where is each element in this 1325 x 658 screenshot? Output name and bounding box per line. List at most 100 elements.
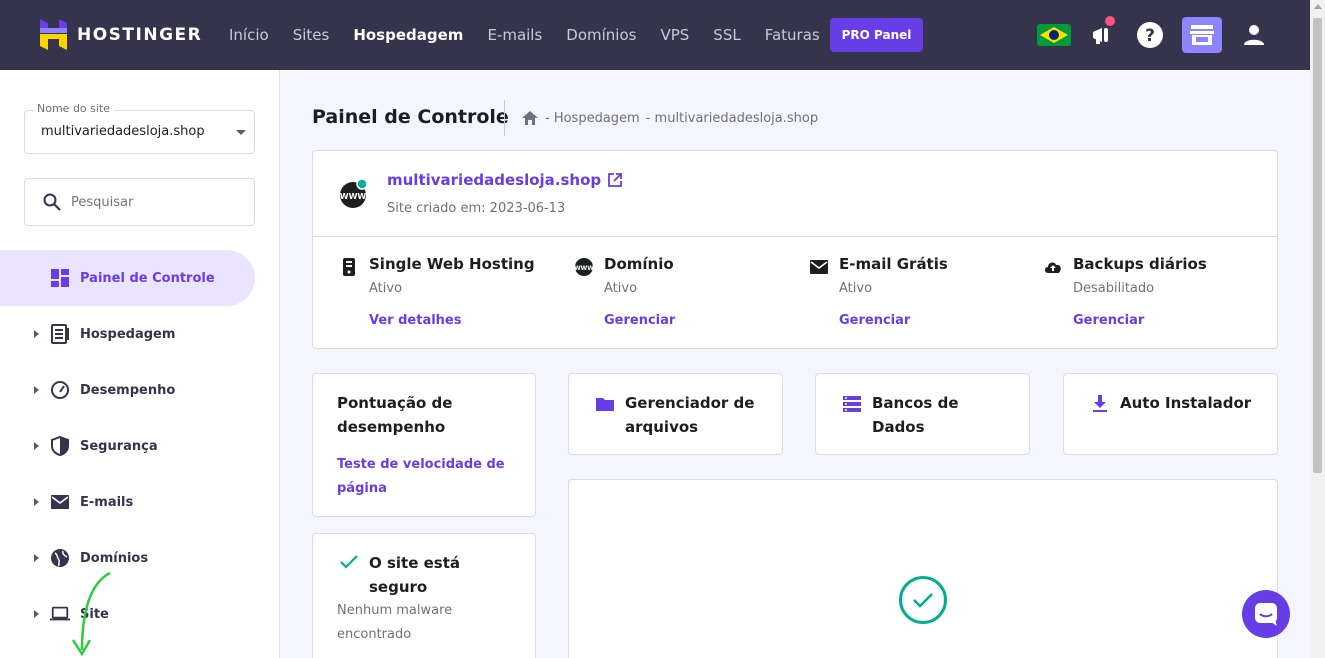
megaphone-icon[interactable] [1085, 16, 1119, 52]
feature-title: E-mail Grátis [839, 255, 948, 273]
site-created-date: Site criado em: 2023-06-13 [387, 201, 566, 216]
feature-hosting-plan: Single Web Hosting Ativo Ver detalhes [339, 255, 559, 335]
server-icon [343, 258, 355, 276]
store-icon[interactable] [1182, 17, 1222, 53]
feature-title: Single Web Hosting [369, 255, 535, 273]
notification-dot [1105, 16, 1115, 26]
feature-status: Ativo [839, 281, 873, 296]
tool-label: Gerenciador de arquivos [625, 394, 755, 436]
nav-link-emails[interactable]: E-mails [487, 26, 542, 44]
folder-icon [596, 398, 614, 411]
sidebar-item-label: Hospedagem [80, 326, 176, 342]
svg-text:WWW: WWW [340, 192, 367, 201]
page-title: Painel de Controle [312, 106, 509, 128]
breadcrumb: - Hospedagem - multivariedadesloja.shop [504, 100, 824, 136]
file-manager-card[interactable]: Gerenciador de arquivos [568, 373, 783, 455]
site-domain-link[interactable]: multivariedadesloja.shop [387, 171, 623, 189]
chevron-right-icon [34, 498, 39, 506]
globe-icon [51, 549, 69, 567]
svg-text:WWW: WWW [574, 265, 594, 272]
brand-name: HOSTINGER [77, 24, 203, 45]
feature-email: E-mail Grátis Ativo Gerenciar [809, 255, 1029, 335]
speedometer-icon [51, 381, 69, 399]
site-select-value: multivariedadesloja.shop [41, 124, 205, 139]
search-box [24, 178, 255, 226]
chevron-down-icon [236, 130, 246, 135]
live-chat-button[interactable] [1242, 590, 1290, 638]
shield-icon [51, 436, 69, 456]
chevron-right-icon [34, 610, 39, 618]
auto-installer-card[interactable]: Auto Instalador [1063, 373, 1278, 455]
user-account-icon[interactable] [1237, 18, 1271, 52]
feature-link[interactable]: Gerenciar [839, 313, 910, 328]
sidebar-item-desempenho[interactable]: Desempenho [0, 362, 255, 418]
www-icon: WWW [574, 258, 594, 276]
feature-backups: Backups diários Desabilitado Gerenciar [1043, 255, 1263, 335]
feature-link[interactable]: Gerenciar [1073, 313, 1144, 328]
security-title: O site está seguro [369, 554, 461, 596]
feature-status: Ativo [604, 281, 638, 296]
page-scrollbar[interactable] [1310, 0, 1325, 658]
site-name-select[interactable]: Nome do site multivariedadesloja.shop [24, 102, 255, 154]
feature-link[interactable]: Gerenciar [604, 313, 675, 328]
external-link-icon [608, 173, 623, 187]
nav-link-faturas[interactable]: Faturas [765, 26, 820, 44]
top-navbar: HOSTINGER Início Sites Hospedagem E-mail… [0, 0, 1310, 70]
search-input[interactable] [71, 192, 241, 212]
feature-status: Desabilitado [1073, 281, 1155, 296]
hostinger-logo-icon [40, 19, 67, 50]
database-icon [843, 396, 861, 412]
check-icon [340, 555, 358, 569]
security-status-card: O site está seguro Nenhum malware encont… [312, 533, 536, 658]
sidebar-item-seguranca[interactable]: Segurança [0, 418, 255, 474]
sidebar-item-emails[interactable]: E-mails [0, 474, 255, 530]
breadcrumb-item-site[interactable]: - multivariedadesloja.shop [646, 111, 818, 126]
chevron-right-icon [34, 554, 39, 562]
nav-link-ssl[interactable]: SSL [713, 26, 740, 44]
nav-link-vps[interactable]: VPS [660, 26, 689, 44]
www-globe-icon: WWW [340, 179, 368, 208]
nav-links: Início Sites Hospedagem E-mails Domínios… [229, 0, 844, 70]
home-icon[interactable] [521, 110, 539, 126]
tool-label: Bancos de Dados [872, 394, 959, 436]
site-overview-card: WWW multivariedadesloja.shop Site criado… [312, 150, 1278, 349]
performance-score-card: Pontuação de desempenho Teste de velocid… [312, 373, 536, 517]
download-icon [1093, 395, 1107, 412]
site-select-label: Nome do site [33, 102, 115, 115]
nav-link-inicio[interactable]: Início [229, 26, 269, 44]
sidebar-item-dominios[interactable]: Domínios [0, 530, 255, 586]
mail-icon [51, 495, 69, 509]
breadcrumb-item-hospedagem[interactable]: - Hospedagem [545, 111, 640, 126]
chevron-right-icon [34, 330, 39, 338]
sidebar-item-site[interactable]: Site [0, 586, 255, 642]
language-brazil-flag-icon[interactable] [1037, 18, 1071, 52]
dashboard-icon [51, 269, 69, 287]
nav-link-dominios[interactable]: Domínios [566, 26, 636, 44]
feature-status: Ativo [369, 281, 403, 296]
security-description: Nenhum malware encontrado [337, 603, 453, 642]
scroll-up-arrow-icon[interactable] [1314, 4, 1322, 9]
sidebar-item-hospedagem[interactable]: Hospedagem [0, 306, 255, 362]
sidebar-item-label: Painel de Controle [80, 270, 215, 286]
nav-link-sites[interactable]: Sites [293, 26, 330, 44]
pro-panel-button[interactable]: PRO Panel [830, 18, 923, 52]
sidebar: Nome do site multivariedadesloja.shop Pa… [0, 70, 280, 658]
databases-card[interactable]: Bancos de Dados [815, 373, 1030, 455]
success-check-icon [899, 576, 947, 624]
sidebar-item-label: Segurança [80, 438, 158, 454]
feature-link[interactable]: Ver detalhes [369, 313, 461, 328]
sidebar-item-label: Domínios [80, 550, 149, 566]
site-domain: multivariedadesloja.shop [387, 171, 602, 189]
feature-domain: WWW Domínio Ativo Gerenciar [574, 255, 794, 335]
status-card [568, 479, 1278, 658]
help-icon[interactable]: ? [1133, 18, 1167, 52]
sidebar-item-painel-de-controle[interactable]: Painel de Controle [0, 250, 255, 306]
speed-test-link[interactable]: Teste de velocidade de página [337, 453, 517, 501]
nav-link-hospedagem[interactable]: Hospedagem [353, 26, 463, 44]
hostinger-logo[interactable]: HOSTINGER [40, 19, 202, 50]
scroll-thumb[interactable] [1313, 18, 1322, 473]
mail-icon [810, 260, 828, 274]
feature-title: Backups diários [1073, 255, 1207, 273]
feature-title: Domínio [604, 255, 674, 273]
chevron-right-icon [34, 386, 39, 394]
